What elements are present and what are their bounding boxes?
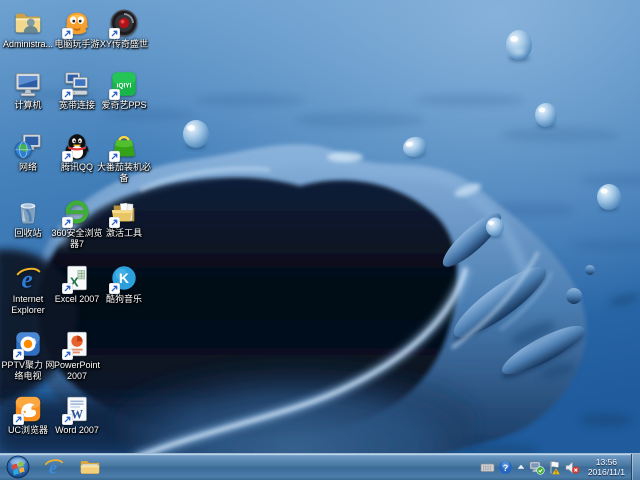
desktop-icon-activation-tool[interactable]: 激活工具	[96, 197, 152, 239]
taskbar: e ? 13:56 2016/11/1	[0, 453, 640, 480]
taskbar-item-windows-explorer[interactable]	[75, 454, 105, 480]
user-folder-icon	[13, 8, 43, 38]
desktop-icon-kugou-music[interactable]: K 酷狗音乐	[96, 263, 152, 305]
desktop-icon-label: 网络	[18, 162, 37, 172]
desktop-icon-label: PPTV聚力 网络电视	[1, 360, 55, 381]
desktop-icon-tomato-installer[interactable]: 大番茄装机必备	[96, 131, 152, 184]
desktop-icon-label: 大番茄装机必备	[96, 162, 151, 183]
computer-monitor-icon	[13, 69, 43, 99]
excel-document-icon: X	[62, 263, 92, 294]
help-sphere-icon[interactable]: ?	[498, 460, 513, 475]
shortcut-arrow-icon	[13, 414, 24, 425]
show-desktop-button[interactable]	[631, 453, 640, 480]
desktop-icon-word-2007[interactable]: W Word 2007	[49, 394, 105, 436]
network-globe-icon	[13, 131, 43, 161]
qq-penguin-icon	[62, 131, 92, 162]
desktop-icon-uc-browser[interactable]: UC浏览器	[0, 394, 56, 436]
internet-explorer-icon: e	[44, 457, 64, 477]
clock-time: 13:56	[595, 457, 618, 467]
start-button[interactable]	[3, 454, 33, 480]
desktop-icon-label: PowerPoint 2007	[53, 360, 101, 381]
shortcut-arrow-icon	[109, 89, 120, 100]
desktop-icon-label: 酷狗音乐	[105, 294, 142, 304]
shortcut-arrow-icon	[109, 283, 120, 294]
windows-orb-icon	[6, 455, 30, 479]
broadband-icon	[62, 69, 92, 100]
kugou-k-icon: K	[109, 263, 139, 294]
powerpoint-document-icon	[62, 329, 92, 360]
desktop-icon-computer[interactable]: 计算机	[0, 69, 56, 111]
volume-muted-icon[interactable]	[564, 460, 580, 475]
show-hidden-icons-button[interactable]	[516, 461, 526, 473]
internet-explorer-icon: e	[13, 263, 43, 293]
taskbar-item-internet-explorer[interactable]: e	[39, 454, 69, 480]
word-document-icon: W	[62, 394, 92, 425]
shortcut-arrow-icon	[109, 217, 120, 228]
desktop-icon-label: XY传奇盛世	[99, 39, 148, 49]
shortcut-arrow-icon	[62, 151, 73, 162]
recycle-bin-icon	[13, 197, 43, 227]
green-e-browser-icon	[62, 197, 92, 228]
desktop-icon-label: Administra...	[2, 39, 53, 49]
desktop-icon-label: 回收站	[14, 228, 42, 238]
game-emblem-icon	[109, 8, 139, 39]
desktop-icon-label: 计算机	[14, 100, 42, 110]
action-center-flag-icon[interactable]	[548, 460, 561, 475]
desktop-icon-recycle-bin[interactable]: 回收站	[0, 197, 56, 239]
desktop-icon-xy-legend-game[interactable]: XY传奇盛世	[96, 8, 152, 50]
desktop-icon-pptv[interactable]: PPTV聚力 网络电视	[0, 329, 56, 382]
network-status-icon[interactable]	[529, 460, 545, 475]
shopping-bag-icon	[109, 131, 139, 162]
desktop-icon-administrator-folder[interactable]: Administra...	[0, 8, 56, 50]
system-tray: ? 13:56 2016/11/1	[480, 453, 640, 480]
desktop-icon-label: 激活工具	[105, 228, 142, 238]
shortcut-arrow-icon	[62, 89, 73, 100]
shortcut-arrow-icon	[62, 414, 73, 425]
input-method-keyboard-icon[interactable]	[480, 460, 495, 475]
desktop-icon-label: UC浏览器	[8, 425, 48, 435]
desktop-icon-internet-explorer[interactable]: e Internet Explorer	[0, 263, 56, 316]
shortcut-arrow-icon	[62, 28, 73, 39]
monster-game-icon	[62, 8, 92, 39]
open-folder-documents-icon	[109, 197, 139, 228]
uc-squirrel-icon	[13, 394, 43, 425]
desktop-icon-powerpoint-2007[interactable]: PowerPoint 2007	[49, 329, 105, 382]
svg-text:K: K	[119, 270, 130, 286]
shortcut-arrow-icon	[13, 349, 24, 360]
desktop-icon-label: Internet Explorer	[11, 294, 45, 315]
windows-desktop: Administra... 电脑玩手游 XY传奇盛世 计算机 宽带连接 iQIY…	[0, 0, 640, 480]
desktop-icon-label: 爱奇艺PPS	[101, 100, 147, 110]
desktop-icon-iqiyi-pps[interactable]: iQIYI 爱奇艺PPS	[96, 69, 152, 111]
folder-icon	[80, 461, 100, 474]
shortcut-arrow-icon	[62, 349, 73, 360]
shortcut-arrow-icon	[62, 217, 73, 228]
shortcut-arrow-icon	[109, 28, 120, 39]
svg-text:?: ?	[503, 462, 509, 472]
clock-date: 2016/11/1	[587, 467, 625, 477]
pptv-icon	[13, 329, 43, 360]
iqiyi-icon: iQIYI	[109, 69, 139, 100]
shortcut-arrow-icon	[109, 151, 120, 162]
shortcut-arrow-icon	[62, 283, 73, 294]
clock[interactable]: 13:56 2016/11/1	[588, 457, 625, 477]
desktop-icon-network[interactable]: 网络	[0, 131, 56, 173]
desktop-icon-label: Word 2007	[55, 425, 99, 435]
